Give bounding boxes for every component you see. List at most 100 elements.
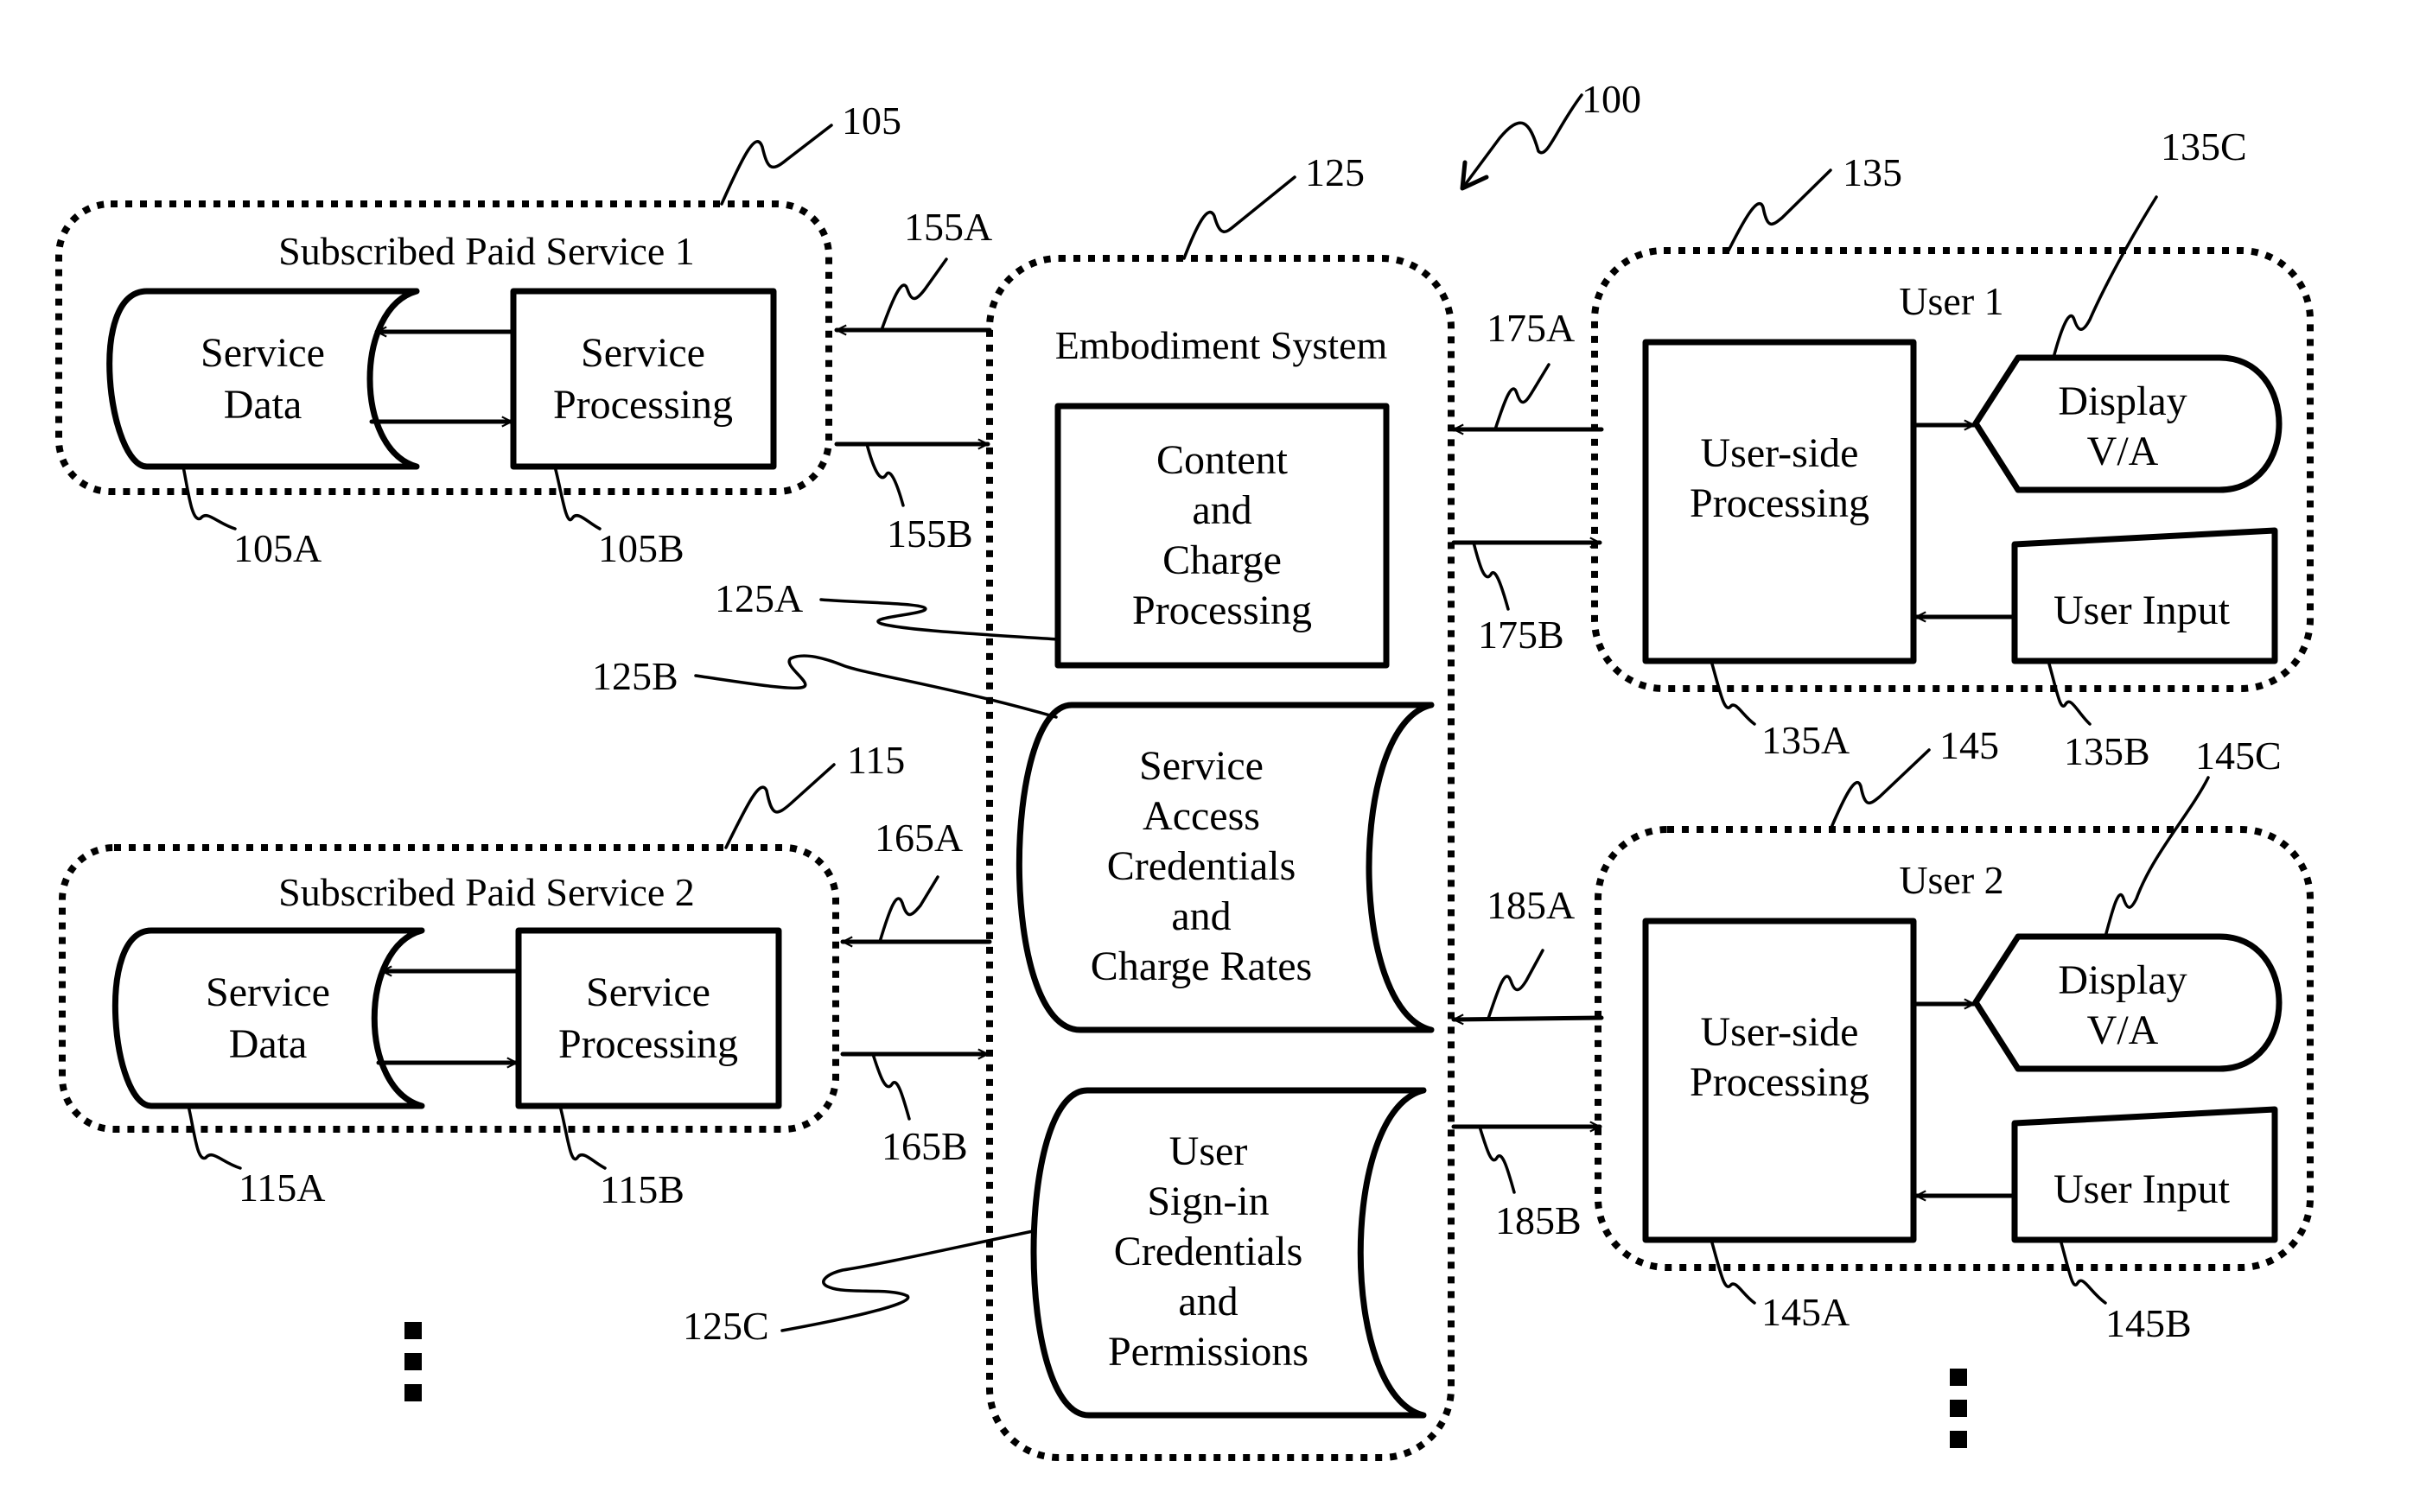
figure-ref-arrow [1461, 93, 1583, 190]
embodiment-ref-leader [1182, 175, 1296, 260]
user-1-title: User 1 [1899, 279, 2003, 323]
link-155a-label: 155A [904, 205, 992, 249]
service-1-data-ref-leader [181, 465, 237, 530]
service-1-processing-line-1: Service [581, 330, 705, 376]
service-2-data-store [111, 927, 425, 1109]
ellipsis-dot [1950, 1431, 1967, 1448]
service-access-line-3: Credentials [1107, 843, 1296, 889]
link-155b-label: 155B [887, 511, 973, 556]
user-1-processing-ref-leader [1710, 659, 1756, 726]
user-2-title: User 2 [1899, 858, 2003, 902]
user-signin-line-2: Sign-in [1147, 1178, 1269, 1224]
system-diagram: 100 Subscribed Paid Service 1 Service Da… [55, 77, 2314, 1461]
service-1-data-line-1: Service [201, 330, 325, 376]
content-charge-line-4: Processing [1132, 588, 1312, 633]
content-charge-ref: 125A [715, 576, 803, 620]
user-1-links: 175A 175B [1451, 306, 1604, 657]
user-2-ref: 145 [1939, 723, 1999, 767]
service-1-processing-box [510, 288, 777, 470]
service-access-line-2: Access [1143, 793, 1260, 839]
link-165b-label: 165B [882, 1124, 968, 1168]
user-signin-line-5: Permissions [1108, 1329, 1309, 1375]
user-1-display-ref: 135C [2161, 124, 2247, 168]
service-1-group: Subscribed Paid Service 1 Service Data S… [55, 98, 901, 570]
service-2-processing-line-2: Processing [558, 1021, 738, 1067]
ellipsis-dot [404, 1322, 422, 1339]
user-2-display-ref: 145C [2195, 734, 2282, 778]
service-1-data-store [106, 288, 420, 470]
user-signin-line-3: Credentials [1114, 1229, 1303, 1274]
service-1-data-line-2: Data [224, 382, 302, 428]
service-2-data-line-2: Data [229, 1021, 308, 1067]
user-1-processing-line-1: User-side [1701, 430, 1859, 476]
user-1-processing-ref: 135A [1761, 718, 1850, 762]
service-access-ref-leader [694, 654, 1058, 719]
content-charge-line-1: Content [1156, 437, 1289, 483]
user-2-input-ref: 145B [2105, 1301, 2192, 1345]
ellipsis-dot [404, 1353, 422, 1370]
ellipsis-dot [404, 1384, 422, 1401]
link-165a-leader [878, 875, 939, 943]
service-2-data-ref: 115A [239, 1166, 326, 1210]
service-1-ref-leader [720, 124, 833, 206]
user-2-display-ref-leader [2104, 776, 2210, 938]
service-1-data-ref: 105A [233, 526, 322, 570]
link-175b-leader [1472, 541, 1510, 611]
link-185a-label: 185A [1487, 883, 1575, 927]
user-1-input-ref-leader [2047, 659, 2092, 726]
user-signin-ref: 125C [683, 1304, 769, 1348]
user-2-input-label: User Input [2054, 1166, 2231, 1212]
content-charge-line-3: Charge [1162, 537, 1282, 583]
user-2-input-ref-leader [2059, 1238, 2107, 1305]
user-signin-line-1: User [1169, 1128, 1248, 1174]
user-2-display-line-2: V/A [2087, 1007, 2159, 1053]
service-2-title: Subscribed Paid Service 2 [278, 870, 695, 914]
user-1-display-line-1: Display [2058, 378, 2187, 424]
service-2-ref: 115 [847, 738, 905, 782]
link-155a-leader [880, 257, 948, 332]
service-access-ref: 125B [592, 654, 678, 698]
link-165b-leader [871, 1052, 911, 1121]
link-175a-leader [1493, 363, 1550, 431]
link-185b-label: 185B [1495, 1198, 1582, 1242]
user-signin-line-4: and [1178, 1279, 1238, 1325]
link-165a-label: 165A [875, 816, 963, 860]
user-1-processing-line-2: Processing [1690, 480, 1869, 526]
content-charge-line-2: and [1192, 487, 1251, 533]
user-1-ref-leader [1727, 168, 1832, 252]
content-charge-ref-leader [819, 598, 1060, 641]
link-175b-label: 175B [1478, 613, 1564, 657]
user-2-processing-ref: 145A [1761, 1290, 1850, 1334]
link-155b-leader [865, 442, 905, 507]
user-2-group: User 2 145 User-side Processing Display … [1595, 723, 2314, 1345]
service-1-processing-ref: 105B [598, 526, 685, 570]
user-1-ref: 135 [1843, 150, 1902, 194]
link-185b-leader [1478, 1125, 1516, 1194]
user-2-display-line-1: Display [2058, 957, 2187, 1003]
service-2-processing-ref: 115B [600, 1167, 685, 1211]
service-2-group: Subscribed Paid Service 2 Service Data S… [59, 738, 905, 1211]
service-access-line-1: Service [1139, 743, 1264, 789]
figure-ref-label: 100 [1582, 77, 1641, 121]
user-1-input-label: User Input [2054, 588, 2231, 633]
service-2-links: 165A 165B [840, 816, 992, 1168]
service-2-processing-ref-leader [558, 1104, 607, 1170]
link-185a-leader [1487, 949, 1544, 1020]
more-users-ellipsis [1950, 1369, 1967, 1448]
ellipsis-dot [1950, 1400, 1967, 1417]
figure-reference: 100 [1460, 77, 1641, 191]
user-1-display-line-2: V/A [2087, 429, 2159, 474]
service-1-links: 155A 155B [834, 205, 992, 556]
user-2-links: 185A 185B [1451, 883, 1604, 1242]
service-1-processing-line-2: Processing [553, 382, 733, 428]
service-2-processing-box [515, 927, 782, 1109]
service-2-processing-line-1: Service [586, 969, 710, 1015]
service-2-data-line-1: Service [206, 969, 330, 1015]
service-1-ref: 105 [842, 98, 901, 143]
service-access-line-4: and [1171, 893, 1231, 939]
service-1-title: Subscribed Paid Service 1 [278, 229, 695, 273]
embodiment-title: Embodiment System [1055, 323, 1388, 367]
service-1-processing-ref-leader [553, 465, 602, 530]
link-175a-label: 175A [1487, 306, 1575, 350]
user-1-input-ref: 135B [2064, 729, 2150, 773]
